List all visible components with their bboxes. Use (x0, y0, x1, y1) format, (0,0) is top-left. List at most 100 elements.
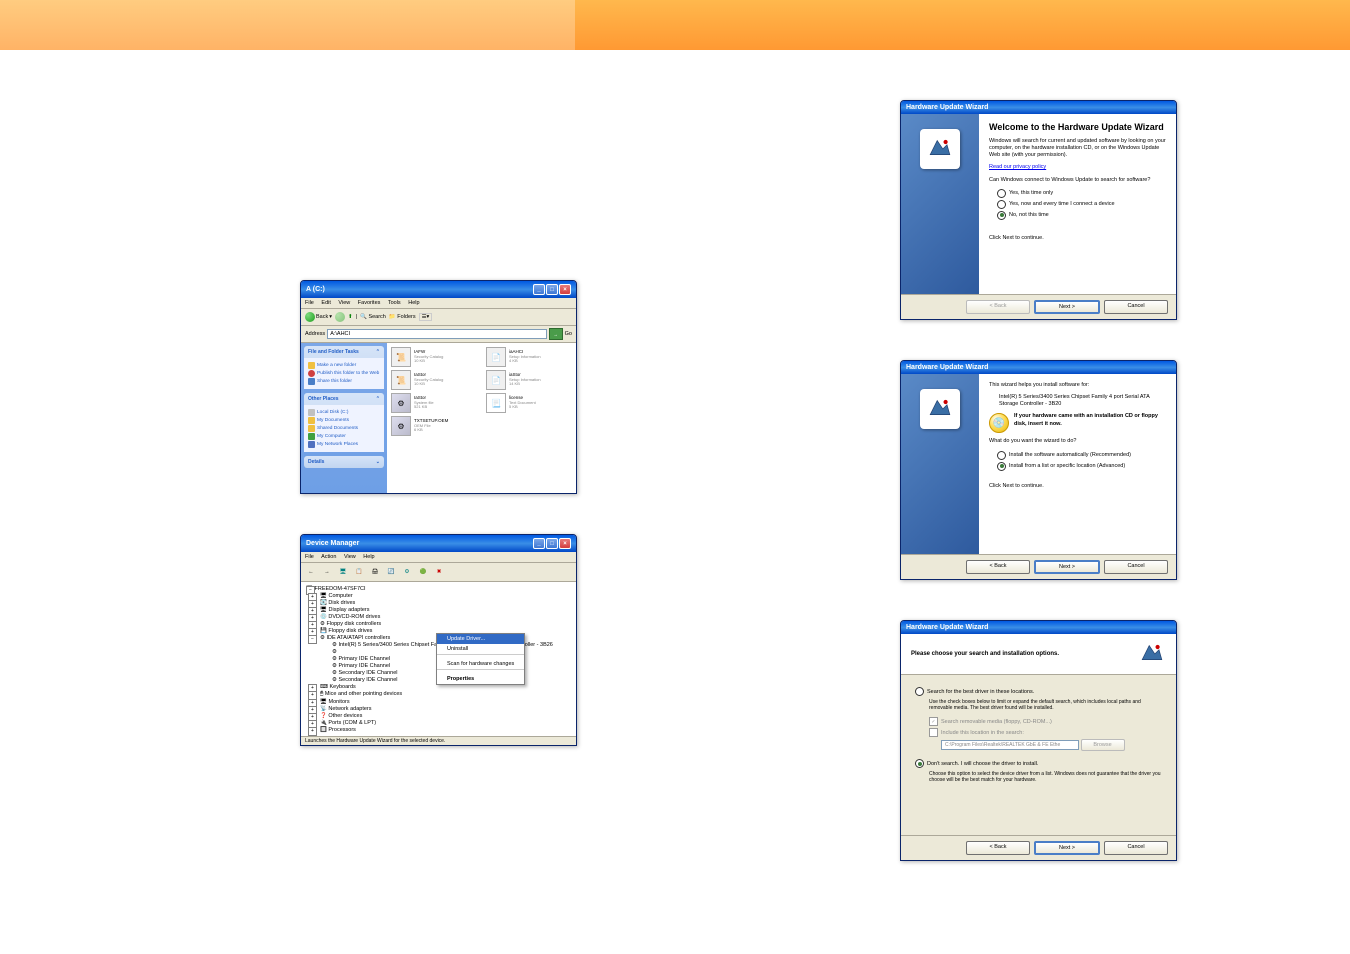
tree-node[interactable]: +🖥 Computer (304, 592, 573, 599)
tree-node[interactable]: +📡 Network adapters (304, 705, 573, 712)
print-icon[interactable]: 🖨 (369, 566, 381, 578)
folder-icon (308, 425, 315, 432)
ctx-properties[interactable]: Properties (437, 674, 524, 684)
properties-icon[interactable]: 📋 (353, 566, 365, 578)
minimize-button[interactable]: _ (533, 284, 545, 295)
radio-auto[interactable]: Install the software automatically (Reco… (997, 451, 1166, 460)
context-menu[interactable]: Update Driver... Uninstall Scan for hard… (436, 633, 525, 685)
menu-file[interactable]: File (305, 300, 314, 306)
explorer-file-list[interactable]: 📜IAFWSecurity Catalog10 KB 📄iaAHCISetup … (387, 343, 576, 493)
cancel-button[interactable]: Cancel (1104, 841, 1168, 855)
wizard1-window: Hardware Update Wizard Welcome to the Ha… (900, 100, 1177, 320)
tree-root[interactable]: −🖥 FREEDOM-47SF7CI (304, 585, 573, 592)
menu-favorites[interactable]: Favorites (358, 300, 381, 306)
menu-action[interactable]: Action (321, 554, 336, 560)
wizard1-titlebar[interactable]: Hardware Update Wizard (901, 101, 1176, 114)
devmgr-menubar[interactable]: File Action View Help (301, 552, 576, 563)
up-icon[interactable]: ⬆ (348, 314, 353, 320)
catalog-icon: 📜 (391, 370, 411, 390)
tree-node[interactable]: +💿 DVD/CD-ROM drives (304, 613, 573, 620)
cancel-button[interactable]: Cancel (1104, 300, 1168, 314)
tree-node[interactable]: +❓ Other devices (304, 712, 573, 719)
forward-icon[interactable] (335, 312, 345, 322)
radio-yes-always[interactable]: Yes, now and every time I connect a devi… (997, 200, 1166, 209)
task-share[interactable]: Share this folder (308, 378, 380, 385)
views-button[interactable]: ☰▾ (419, 313, 433, 321)
close-button[interactable]: × (559, 538, 571, 549)
next-button[interactable]: Next > (1034, 841, 1100, 855)
back-arrow-icon[interactable]: ← (305, 566, 317, 578)
file-item[interactable]: 📄iaAHCISetup Information4 KB (486, 347, 571, 367)
tree-node[interactable]: +🔌 Ports (COM & LPT) (304, 719, 573, 726)
file-item[interactable]: ⚙IaStorSystem file521 KB (391, 393, 476, 413)
file-item[interactable]: ⚙TXTSETUP.OEMOEM File6 KB (391, 416, 476, 436)
menu-view[interactable]: View (344, 554, 356, 560)
next-button[interactable]: Next > (1034, 300, 1100, 314)
file-item[interactable]: 📄iaStorSetup Information14 KB (486, 370, 571, 390)
tree-node[interactable]: +🖱 Mice and other pointing devices (304, 690, 573, 698)
place-mycomputer[interactable]: My Computer (308, 433, 380, 440)
menu-help[interactable]: Help (363, 554, 374, 560)
place-localdisk[interactable]: Local Disk (C:) (308, 409, 380, 416)
next-button[interactable]: Next > (1034, 560, 1100, 574)
file-item[interactable]: 📜IAFWSecurity Catalog10 KB (391, 347, 476, 367)
radio-no[interactable]: No, not this time (997, 211, 1166, 220)
explorer-titlebar[interactable]: A (C:) _ □ × (301, 281, 576, 298)
wizard2-titlebar[interactable]: Hardware Update Wizard (901, 361, 1176, 374)
cancel-button[interactable]: Cancel (1104, 560, 1168, 574)
radio-search[interactable]: Search for the best driver in these loca… (915, 687, 1162, 696)
maximize-button[interactable]: □ (546, 538, 558, 549)
close-button[interactable]: × (559, 284, 571, 295)
sys-icon: ⚙ (391, 393, 411, 413)
privacy-link[interactable]: Read our privacy policy (989, 164, 1046, 170)
wizard3-titlebar[interactable]: Hardware Update Wizard (901, 621, 1176, 634)
search-button[interactable]: 🔍 Search (360, 314, 386, 320)
scan-icon[interactable]: 🔄 (385, 566, 397, 578)
tree-node[interactable]: +🖥 Display adapters (304, 606, 573, 613)
ctx-uninstall[interactable]: Uninstall (437, 644, 524, 654)
back-button[interactable]: Back ▾ (305, 312, 332, 322)
tasks-header[interactable]: File and Folder Tasks⌃ (304, 346, 384, 358)
ctx-scan[interactable]: Scan for hardware changes (437, 659, 524, 669)
task-publish[interactable]: Publish this folder to the Web (308, 370, 380, 377)
devmgr-titlebar[interactable]: Device Manager _ □ × (301, 535, 576, 552)
radio-icon (915, 759, 924, 768)
tree-node[interactable]: +⚙ Floppy disk controllers (304, 620, 573, 627)
radio-yes-once[interactable]: Yes, this time only (997, 189, 1166, 198)
computer-icon[interactable]: 🖥 (337, 566, 349, 578)
tree-node[interactable]: +💽 Disk drives (304, 599, 573, 606)
menu-help[interactable]: Help (408, 300, 419, 306)
file-item[interactable]: 📃licenseText Document5 KB (486, 393, 571, 413)
folders-button[interactable]: 📁 Folders (389, 314, 416, 320)
radio-icon (997, 462, 1006, 471)
menu-file[interactable]: File (305, 554, 314, 560)
catalog-icon: 📜 (391, 347, 411, 367)
address-input[interactable]: A:\AHCI (327, 329, 546, 339)
details-header[interactable]: Details⌄ (304, 456, 384, 468)
radio-advanced[interactable]: Install from a list or specific location… (997, 462, 1166, 471)
place-network[interactable]: My Network Places (308, 441, 380, 448)
tree-node[interactable]: +🔲 Processors (304, 726, 573, 733)
explorer-menubar[interactable]: File Edit View Favorites Tools Help (301, 298, 576, 309)
places-header[interactable]: Other Places⌃ (304, 393, 384, 405)
ctx-update-driver[interactable]: Update Driver... (437, 634, 524, 644)
back-button[interactable]: < Back (966, 560, 1030, 574)
place-mydocs[interactable]: My Documents (308, 417, 380, 424)
uninstall-icon[interactable]: ✖ (433, 566, 445, 578)
menu-edit[interactable]: Edit (321, 300, 330, 306)
minimize-button[interactable]: _ (533, 538, 545, 549)
back-button[interactable]: < Back (966, 841, 1030, 855)
task-new-folder[interactable]: Make a new folder (308, 362, 380, 369)
go-button[interactable]: → (549, 328, 563, 340)
enable-icon[interactable]: 🟢 (417, 566, 429, 578)
file-item[interactable]: 📜IaStorSecurity Catalog10 KB (391, 370, 476, 390)
place-shared[interactable]: Shared Documents (308, 425, 380, 432)
tree-node[interactable]: +🖥 Monitors (304, 698, 573, 705)
menu-view[interactable]: View (338, 300, 350, 306)
menu-tools[interactable]: Tools (388, 300, 401, 306)
maximize-button[interactable]: □ (546, 284, 558, 295)
fwd-arrow-icon[interactable]: → (321, 566, 333, 578)
devmgr-title: Device Manager (306, 540, 359, 547)
update-icon[interactable]: ⚙ (401, 566, 413, 578)
radio-dontsearch[interactable]: Don't search. I will choose the driver t… (915, 759, 1162, 768)
